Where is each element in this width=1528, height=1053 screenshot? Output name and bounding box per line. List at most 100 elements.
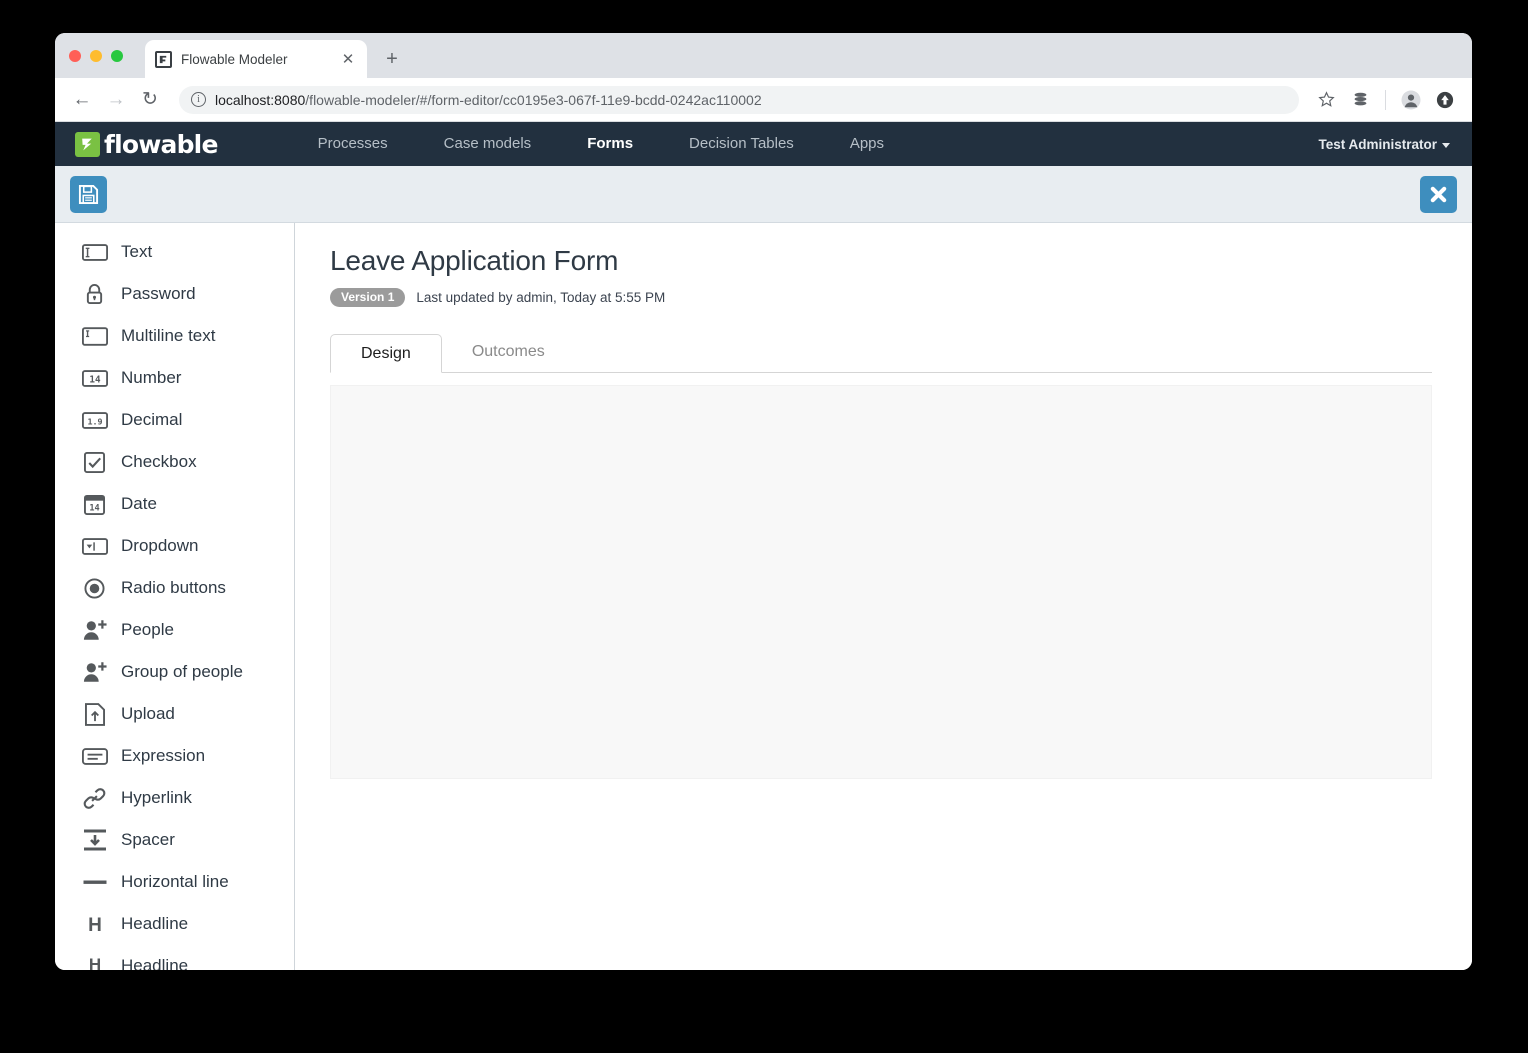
number-field-icon: 14: [81, 366, 108, 390]
nav-item-processes[interactable]: Processes: [290, 122, 416, 166]
palette-item-expression[interactable]: Expression: [55, 735, 294, 777]
window-controls: [69, 50, 123, 62]
palette-item-spacer[interactable]: Spacer: [55, 819, 294, 861]
svg-text:H: H: [88, 955, 100, 970]
chevron-down-icon: [1442, 142, 1450, 148]
nav-label: Decision Tables: [689, 135, 794, 152]
editor-action-bar: [55, 166, 1472, 223]
nav-item-case-models[interactable]: Case models: [416, 122, 560, 166]
horizontal-line-icon: [81, 870, 108, 894]
palette-item-label: Decimal: [121, 410, 183, 429]
palette-item-password[interactable]: Password: [55, 273, 294, 315]
form-editor: Text Password Multiline text 14 Number 1…: [55, 223, 1472, 970]
user-name: Test Administrator: [1318, 136, 1437, 152]
form-editor-content: Leave Application Form Version 1 Last up…: [295, 223, 1472, 970]
palette-item-label: Checkbox: [121, 452, 197, 471]
palette-item-label: Headline: [121, 914, 189, 933]
svg-text:H: H: [88, 915, 102, 935]
tab-design[interactable]: Design: [330, 334, 442, 373]
palette-item-horizontal-line[interactable]: Horizontal line: [55, 861, 294, 903]
nav-item-decision-tables[interactable]: Decision Tables: [661, 122, 822, 166]
decimal-field-icon: 1.9: [81, 408, 108, 432]
upload-icon: [81, 702, 108, 726]
palette-item-date[interactable]: 14 Date: [55, 483, 294, 525]
palette-item-people[interactable]: People: [55, 609, 294, 651]
checkbox-icon: [81, 450, 108, 474]
nav-item-forms[interactable]: Forms: [559, 122, 661, 174]
svg-text:1.9: 1.9: [87, 416, 102, 426]
maximize-window-button[interactable]: [111, 50, 123, 62]
stack-icon[interactable]: [1345, 85, 1375, 115]
nav-label: Forms: [587, 135, 634, 152]
url-path: /flowable-modeler/#/form-editor/cc0195e3…: [305, 91, 762, 108]
calendar-icon: 14: [81, 492, 108, 516]
flowable-logo-text: flowable: [104, 129, 218, 159]
tab-label: Design: [361, 345, 411, 362]
tab-label: Outcomes: [471, 343, 545, 360]
url-host: localhost:8080: [215, 91, 306, 108]
version-badge: Version 1: [330, 288, 406, 307]
browser-tab[interactable]: Flowable Modeler ✕: [145, 40, 367, 78]
new-tab-button[interactable]: +: [377, 44, 407, 74]
palette-item-number[interactable]: 14 Number: [55, 357, 294, 399]
editor-tabs: Design Outcomes: [330, 334, 1432, 373]
back-icon[interactable]: ←: [67, 85, 97, 115]
browser-window: Flowable Modeler ✕ + ← → ↻ i localhost:8…: [55, 33, 1472, 970]
radio-button-icon: [81, 576, 108, 600]
palette-item-radio-buttons[interactable]: Radio buttons: [55, 567, 294, 609]
palette-item-decimal[interactable]: 1.9 Decimal: [55, 399, 294, 441]
page-title: Leave Application Form: [330, 245, 619, 276]
form-field-palette: Text Password Multiline text 14 Number 1…: [55, 223, 295, 970]
form-meta: Version 1 Last updated by admin, Today a…: [330, 288, 1432, 307]
palette-item-upload[interactable]: Upload: [55, 693, 294, 735]
palette-item-headline-underline[interactable]: H Headline: [55, 945, 294, 970]
palette-item-label: Group of people: [121, 662, 243, 681]
flowable-logo-icon: [75, 131, 100, 157]
palette-item-group-of-people[interactable]: Group of people: [55, 651, 294, 693]
headline-icon: H: [81, 912, 108, 936]
palette-item-label: Horizontal line: [121, 872, 229, 891]
user-menu[interactable]: Test Administrator: [1318, 137, 1450, 152]
palette-item-multiline-text[interactable]: Multiline text: [55, 315, 294, 357]
palette-item-hyperlink[interactable]: Hyperlink: [55, 777, 294, 819]
star-icon[interactable]: [1311, 85, 1341, 115]
address-bar[interactable]: i localhost:8080/flowable-modeler/#/form…: [179, 85, 1299, 114]
palette-item-label: Upload: [121, 704, 175, 723]
nav-label: Case models: [443, 135, 532, 152]
close-window-button[interactable]: [69, 50, 81, 62]
nav-item-apps[interactable]: Apps: [822, 122, 912, 166]
url-text: localhost:8080/flowable-modeler/#/form-e…: [215, 92, 762, 108]
palette-item-label: Text: [121, 242, 153, 261]
headline-underline-icon: H: [81, 954, 108, 970]
spacer-icon: [81, 828, 108, 852]
update-icon[interactable]: [1430, 85, 1460, 115]
text-field-icon: [81, 240, 108, 264]
close-icon[interactable]: ✕: [339, 50, 357, 68]
svg-text:14: 14: [89, 374, 101, 385]
flowable-favicon: [155, 50, 172, 68]
forward-icon[interactable]: →: [101, 85, 131, 115]
palette-item-text[interactable]: Text: [55, 231, 294, 273]
nav-label: Apps: [849, 135, 885, 152]
reload-icon[interactable]: ↻: [135, 85, 165, 115]
flowable-logo[interactable]: flowable: [75, 130, 218, 159]
main-nav: Processes Case models Forms Decision Tab…: [290, 122, 912, 174]
palette-item-dropdown[interactable]: Dropdown: [55, 525, 294, 567]
site-info-icon[interactable]: i: [191, 92, 206, 107]
save-button[interactable]: [70, 175, 107, 213]
nav-label: Processes: [317, 135, 388, 152]
form-design-canvas[interactable]: [330, 385, 1432, 779]
expression-icon: [81, 744, 108, 768]
profile-avatar-icon[interactable]: [1396, 85, 1426, 115]
close-editor-button[interactable]: [1420, 175, 1457, 213]
palette-item-label: Radio buttons: [121, 578, 226, 597]
link-icon: [81, 786, 108, 810]
minimize-window-button[interactable]: [90, 50, 102, 62]
browser-tab-title: Flowable Modeler: [181, 51, 288, 67]
browser-tab-strip: Flowable Modeler ✕ +: [55, 33, 1472, 78]
palette-item-label: Spacer: [121, 830, 175, 849]
dropdown-icon: [81, 534, 108, 558]
tab-outcomes[interactable]: Outcomes: [442, 333, 575, 372]
palette-item-checkbox[interactable]: Checkbox: [55, 441, 294, 483]
palette-item-headline[interactable]: H Headline: [55, 903, 294, 945]
